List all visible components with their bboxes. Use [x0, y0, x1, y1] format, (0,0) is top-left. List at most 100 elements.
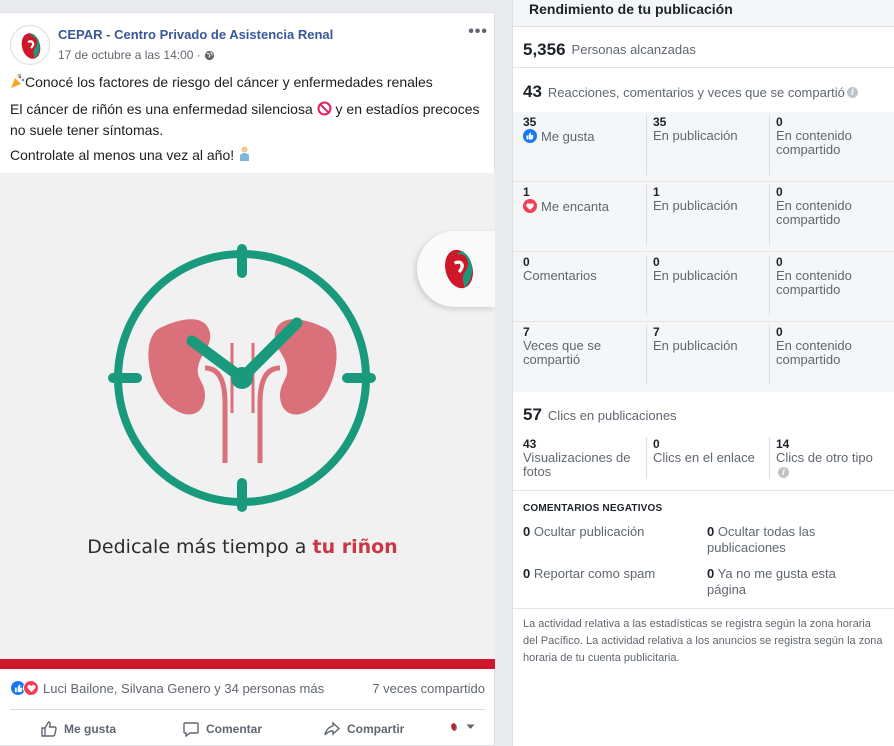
likes-total-cell: 35 Me gusta	[523, 115, 645, 144]
likes-on-post: 35	[653, 115, 667, 129]
love-icon	[523, 199, 537, 213]
comments-label: Comentarios	[523, 268, 597, 283]
hide-all-value: 0	[707, 524, 715, 539]
panel-title: Rendimiento de tu publicación	[513, 0, 894, 27]
shares-on-shared-label: En contenido compartido	[776, 338, 852, 367]
likes-on-shared-cell: 0 En contenido compartido	[769, 115, 887, 175]
comments-on-post: 0	[653, 255, 660, 269]
love-icon	[23, 680, 39, 696]
photo-views-value: 43	[523, 437, 537, 451]
other-clicks-cell: 14 Clics de otro tipo i	[769, 437, 887, 479]
breakdown-row-loves: 1 Me encanta 1 En publicación 0 En conte…	[513, 182, 894, 252]
comment-button[interactable]: Comentar	[182, 720, 262, 738]
photo-views-cell: 43 Visualizaciones de fotos	[523, 437, 645, 479]
loves-total-cell: 1 Me encanta	[523, 185, 645, 214]
likes-label: Me gusta	[541, 129, 595, 144]
info-icon[interactable]: i	[846, 86, 858, 98]
reaction-icons[interactable]	[10, 680, 39, 696]
likes-on-shared-label: En contenido compartido	[776, 128, 852, 157]
cepar-logo-icon	[445, 249, 473, 290]
spam-stat: 0 Reportar como spam	[523, 566, 698, 582]
other-clicks-value: 14	[776, 437, 790, 451]
comments-on-shared: 0	[776, 255, 783, 269]
comments-on-post-label: En publicación	[653, 268, 738, 283]
spam-value: 0	[523, 566, 531, 581]
breakdown-row-likes: 35 Me gusta 35 En publicación 0 En conte…	[513, 112, 894, 182]
clicks-summary: 57 Clics en publicaciones	[513, 397, 894, 433]
loves-label: Me encanta	[541, 199, 609, 214]
like-button[interactable]: Me gusta	[40, 720, 116, 738]
page-name-link[interactable]: CEPAR - Centro Privado de Asistencia Ren…	[58, 27, 333, 42]
post-image[interactable]: Dedicale más tiempo a tu riñon	[0, 173, 495, 669]
unlike-stat: 0 Ya no me gusta esta página	[707, 566, 857, 598]
negative-feedback-title: COMENTARIOS NEGATIVOS	[523, 503, 663, 514]
person-icon	[238, 146, 251, 167]
likes-total: 35	[523, 115, 537, 129]
like-outline-icon	[41, 721, 57, 737]
clicks-label: Clics en publicaciones	[547, 407, 677, 423]
other-clicks-label: Clics de otro tipo	[776, 450, 873, 465]
shares-on-post: 7	[653, 325, 660, 339]
post-text-line-2: El cáncer de riñón es una enfermedad sil…	[10, 100, 488, 140]
share-button[interactable]: Compartir	[323, 720, 404, 738]
comments-on-post-cell: 0 En publicación	[646, 255, 768, 315]
loves-on-post: 1	[653, 185, 660, 199]
loves-on-shared-label: En contenido compartido	[776, 198, 852, 227]
post-timestamp[interactable]: 17 de octubre a las 14:00 ·	[58, 48, 215, 62]
breakdown-row-shares: 7 Veces que se compartió 7 En publicació…	[513, 322, 894, 392]
reactors-link[interactable]: Luci Bailone, Silvana Genero y 34 person…	[43, 681, 372, 696]
chevron-down-icon	[466, 724, 475, 729]
share-label: Compartir	[347, 722, 405, 736]
engagement-summary: 43 Reacciones, comentarios y veces que s…	[513, 74, 894, 110]
post-action-bar: Me gusta Comentar Compartir	[10, 709, 485, 745]
comments-on-shared-cell: 0 En contenido compartido	[769, 255, 887, 315]
shares-count-link[interactable]: 7 veces compartido	[372, 681, 485, 696]
loves-on-post-label: En publicación	[653, 198, 738, 213]
info-icon[interactable]: i	[778, 467, 789, 478]
post-text-line-3: Controlate al menos una vez al año!	[10, 146, 488, 167]
audience-selector[interactable]	[448, 720, 475, 734]
image-caption: Dedicale más tiempo a tu riñon	[0, 536, 485, 558]
comments-total: 0	[523, 255, 530, 269]
more-options-button[interactable]: •••	[468, 23, 488, 41]
insights-panel: Rendimiento de tu publicación 5,356 Pers…	[512, 0, 894, 746]
post-text-2a: El cáncer de riñón es una enfermedad sil…	[10, 101, 313, 117]
caption-highlight: tu riñon	[312, 536, 398, 558]
loves-label-wrap: Me encanta	[523, 199, 645, 214]
shares-on-shared: 0	[776, 325, 783, 339]
spam-label: Reportar como spam	[533, 566, 656, 581]
post-text-3: Controlate al menos una vez al año!	[10, 147, 235, 163]
link-clicks-value: 0	[653, 437, 660, 451]
like-label: Me gusta	[64, 722, 117, 736]
share-icon	[324, 721, 341, 736]
clicks-section: 57 Clics en publicaciones 43 Visualizaci…	[513, 393, 894, 491]
loves-total: 1	[523, 185, 530, 199]
reach-summary: 5,356 Personas alcanzadas	[513, 32, 894, 68]
post-text-1: Conocé los factores de riesgo del cáncer…	[25, 74, 433, 90]
shares-on-post-cell: 7 En publicación	[646, 325, 768, 385]
breakdown-row-comments: 0 Comentarios 0 En publicación 0 En cont…	[513, 252, 894, 322]
page-avatar[interactable]	[10, 25, 50, 65]
unlike-label: Ya no me gusta esta página	[707, 566, 836, 597]
likes-label-wrap: Me gusta	[523, 129, 645, 144]
negative-feedback-section: COMENTARIOS NEGATIVOS 0 Ocultar publicac…	[513, 491, 894, 609]
image-red-bar	[0, 659, 495, 669]
comments-total-cell: 0 Comentarios	[523, 255, 645, 283]
brand-badge	[417, 231, 495, 307]
loves-on-shared-cell: 0 En contenido compartido	[769, 185, 887, 245]
reach-label: Personas alcanzadas	[571, 42, 696, 57]
unlike-value: 0	[707, 566, 715, 581]
hide-post-label: Ocultar publicación	[533, 524, 645, 539]
comment-label: Comentar	[206, 722, 263, 736]
no-entry-icon	[317, 101, 332, 121]
like-icon	[523, 129, 537, 143]
hide-post-value: 0	[523, 524, 531, 539]
engagement-label: Reacciones, comentarios y veces que se c…	[547, 84, 845, 100]
hide-post-stat: 0 Ocultar publicación	[523, 524, 698, 540]
post-header: CEPAR - Centro Privado de Asistencia Ren…	[10, 23, 488, 69]
engagement-breakdown: 35 Me gusta 35 En publicación 0 En conte…	[513, 112, 894, 392]
loves-on-shared: 0	[776, 185, 783, 199]
cepar-logo-icon	[21, 33, 41, 60]
engagement-value: 43	[523, 82, 542, 101]
reactions-summary: Luci Bailone, Silvana Genero y 34 person…	[10, 677, 485, 699]
